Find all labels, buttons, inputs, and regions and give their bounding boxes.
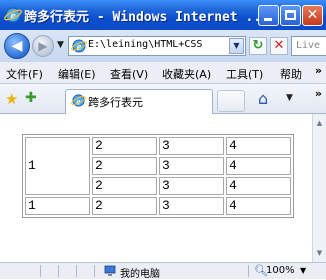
- table-cell: 3: [159, 177, 224, 195]
- zoom-dropdown[interactable]: ▼: [300, 266, 306, 275]
- refresh-button[interactable]: ↻: [249, 37, 267, 55]
- page-icon: e: [71, 39, 87, 53]
- tab-active[interactable]: e 跨多行表元: [65, 89, 213, 114]
- home-dropdown[interactable]: ▼: [286, 93, 293, 103]
- refresh-icon: ↻: [252, 38, 264, 53]
- favorites-star-icon[interactable]: ★: [5, 90, 18, 108]
- table-cell: 1: [25, 197, 90, 215]
- maximize-button[interactable]: [280, 5, 301, 26]
- new-tab-button[interactable]: [217, 90, 245, 112]
- table-row: 1 2 3 4: [25, 137, 291, 195]
- table-cell: 3: [159, 197, 224, 215]
- status-divider: [94, 265, 95, 277]
- tab-bar: ★ ✚ e 跨多行表元 ⌂ ▼ »: [0, 84, 326, 114]
- table-cell: 4: [226, 177, 291, 195]
- close-button[interactable]: ✕: [302, 5, 323, 26]
- window-title: 跨多行表元 - Windows Internet ...: [24, 10, 270, 25]
- table-cell: 2: [92, 197, 157, 215]
- scroll-up-arrow-icon[interactable]: ▲: [313, 116, 326, 130]
- zoom-level[interactable]: 100%: [266, 265, 295, 276]
- ie-logo-icon: e: [4, 7, 22, 23]
- table-row: 1 2 3 4: [25, 197, 291, 215]
- table-cell: 2: [92, 157, 157, 175]
- menu-tools[interactable]: 工具(T): [226, 66, 263, 82]
- title-bar[interactable]: e 跨多行表元 - Windows Internet ... ✕: [0, 0, 326, 30]
- menu-overflow-chevron[interactable]: »: [315, 64, 322, 77]
- page-content: 1 2 3 4 2 3 4 2 3 4 1 2 3 4: [0, 114, 312, 262]
- address-toolbar: ◀ ▶ ▼ e E:\leining\HTML+CSS ▼ ↻ ✕ Live S…: [0, 30, 326, 62]
- add-favorites-icon[interactable]: ✚: [25, 90, 37, 106]
- table-cell: 3: [159, 157, 224, 175]
- address-dropdown-button[interactable]: ▼: [229, 38, 244, 54]
- stop-button[interactable]: ✕: [270, 37, 288, 55]
- menu-help[interactable]: 帮助: [280, 66, 304, 82]
- close-icon: ✕: [306, 7, 319, 23]
- tab-page-icon: e: [71, 94, 86, 107]
- vertical-scrollbar[interactable]: ▲ ▼: [312, 114, 326, 262]
- table-cell: 4: [226, 137, 291, 155]
- address-text: E:\leining\HTML+CSS: [88, 39, 203, 50]
- recent-pages-dropdown[interactable]: ▼: [57, 40, 64, 50]
- minimize-icon: [264, 18, 272, 21]
- menu-file[interactable]: 文件(F): [6, 66, 43, 82]
- menu-favorites[interactable]: 收藏夹(A): [162, 66, 211, 82]
- security-zone-label: 我的电脑: [120, 269, 160, 280]
- rowspan-table: 1 2 3 4 2 3 4 2 3 4 1 2 3 4: [22, 134, 294, 218]
- menu-view[interactable]: 查看(V): [110, 66, 148, 82]
- minimize-button[interactable]: [258, 5, 279, 26]
- stop-icon: ✕: [273, 38, 285, 53]
- back-button[interactable]: ◀: [4, 33, 30, 59]
- table-cell: 4: [226, 197, 291, 215]
- computer-zone-icon: [104, 265, 116, 276]
- forward-button[interactable]: ▶: [32, 35, 54, 57]
- tab-label: 跨多行表元: [88, 96, 143, 109]
- menu-bar: 文件(F) 编辑(E) 查看(V) 收藏夹(A) 工具(T) 帮助 »: [0, 62, 326, 84]
- table-cell: 2: [92, 177, 157, 195]
- status-divider: [40, 265, 41, 277]
- scroll-down-arrow-icon[interactable]: ▼: [313, 246, 326, 260]
- toolbar-overflow-chevron[interactable]: »: [315, 87, 322, 100]
- address-input[interactable]: e E:\leining\HTML+CSS ▼: [68, 36, 246, 56]
- status-divider: [248, 265, 249, 277]
- menu-edit[interactable]: 编辑(E): [58, 66, 96, 82]
- table-cell: 1: [25, 137, 90, 195]
- forward-arrow-icon: ▶: [38, 39, 48, 53]
- table-cell: 3: [159, 137, 224, 155]
- table-cell: 4: [226, 157, 291, 175]
- status-bar: 我的电脑 🔍︎ 100% ▼: [0, 262, 326, 280]
- maximize-icon: [285, 10, 296, 20]
- status-divider: [58, 265, 59, 277]
- back-arrow-icon: ◀: [11, 38, 23, 54]
- table-cell: 2: [92, 137, 157, 155]
- search-input[interactable]: Live Search: [291, 36, 326, 56]
- search-placeholder: Live Search: [296, 40, 326, 51]
- status-divider: [76, 265, 77, 277]
- home-icon[interactable]: ⌂: [258, 89, 268, 108]
